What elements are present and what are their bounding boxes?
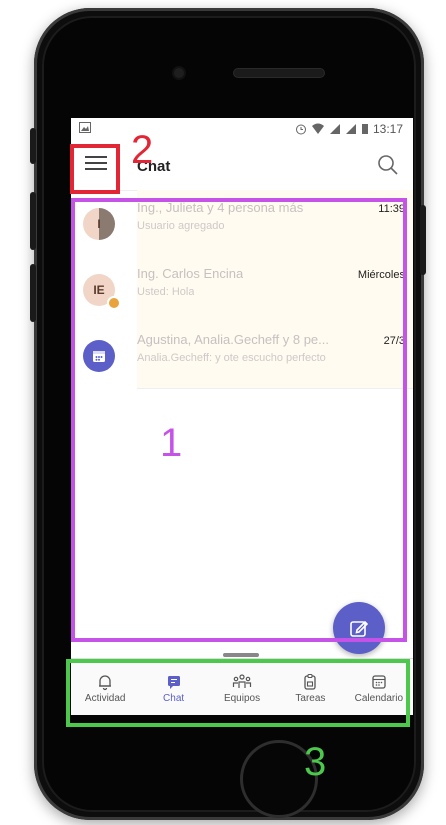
annotation-box-bottom-nav: [66, 659, 410, 727]
status-time: 13:17: [372, 122, 403, 136]
annotation-box-menu: [70, 144, 120, 194]
status-bar: 13:17: [71, 118, 413, 142]
annotation-number-3: 3: [304, 740, 327, 784]
alarm-icon: [295, 124, 306, 135]
signal-icon-2: [345, 124, 356, 134]
image-notification-icon: [79, 122, 91, 136]
annotation-number-1: 1: [160, 421, 183, 465]
earpiece-speaker: [234, 69, 324, 77]
app-header: Chat: [71, 142, 413, 191]
annotation-box-chat-list: [71, 198, 407, 642]
side-button-volume-up: [30, 192, 36, 250]
annotation-number-2: 2: [131, 128, 154, 172]
front-camera: [174, 68, 184, 78]
signal-icon: [329, 124, 340, 134]
side-button-volume-down: [30, 264, 36, 322]
status-icons: 13:17: [295, 122, 403, 136]
wifi-icon: [311, 123, 324, 134]
battery-icon: [361, 124, 368, 134]
side-button-silent: [30, 128, 36, 164]
drag-handle[interactable]: [223, 653, 259, 657]
search-icon: [378, 155, 398, 175]
search-button[interactable]: [377, 154, 399, 176]
side-button-power: [420, 205, 426, 275]
